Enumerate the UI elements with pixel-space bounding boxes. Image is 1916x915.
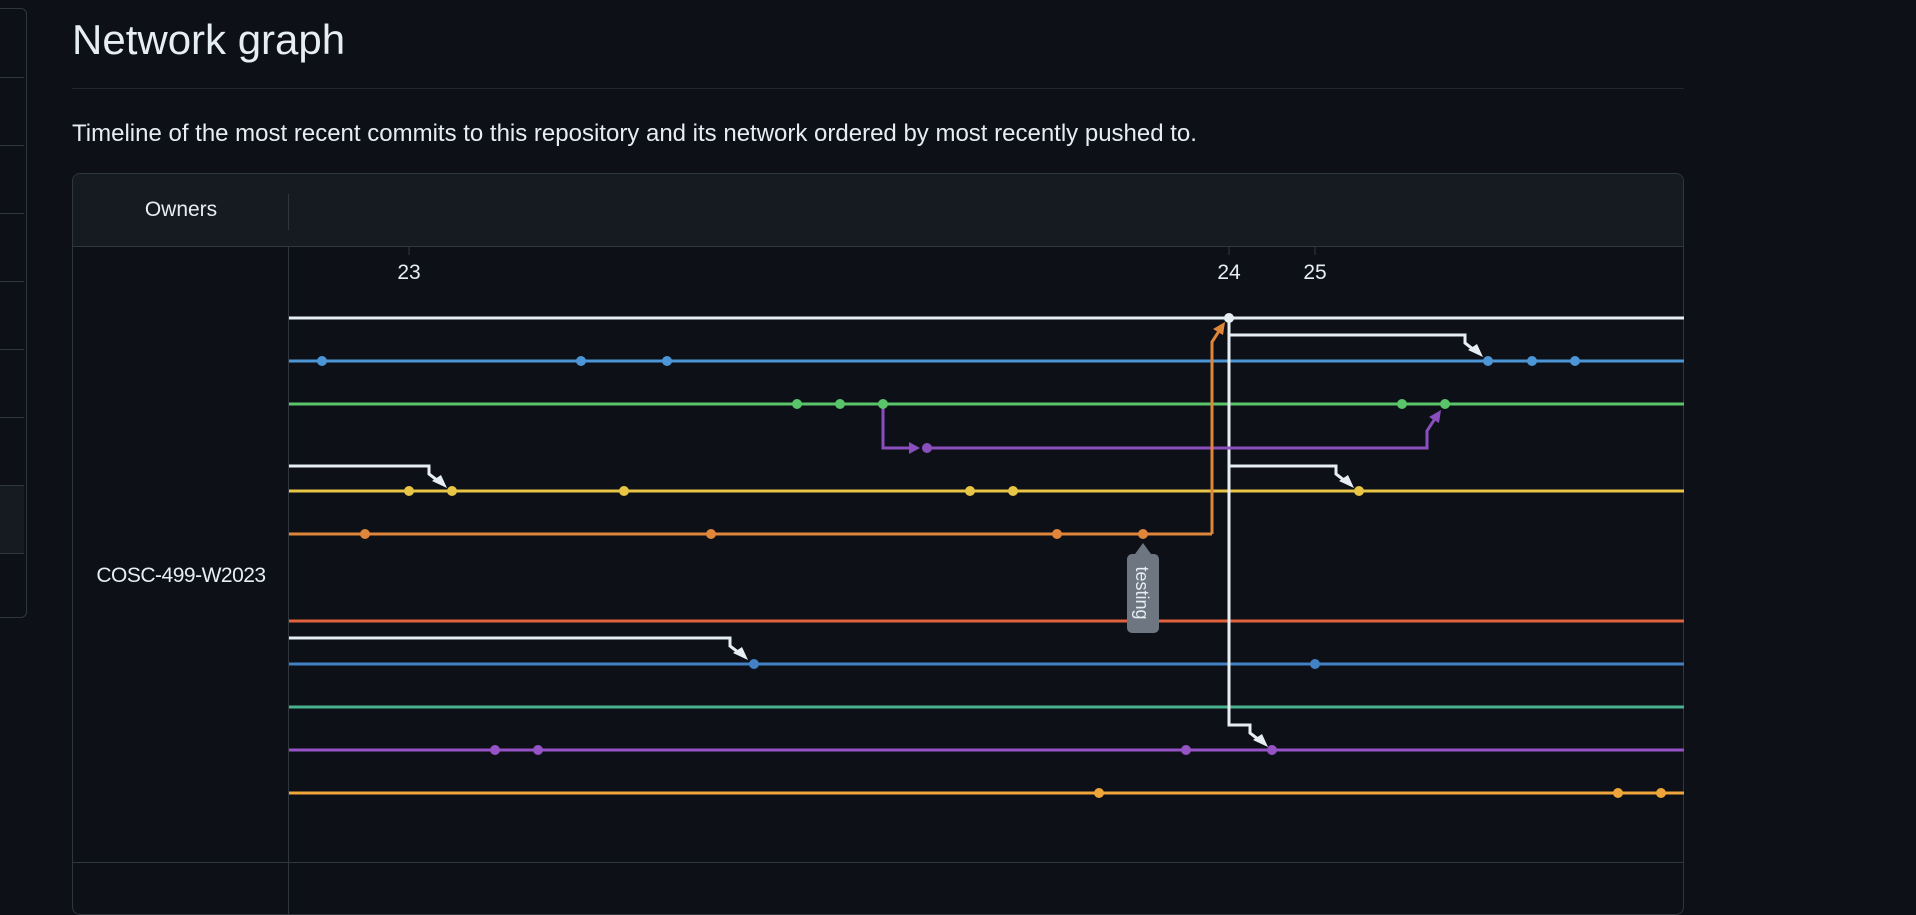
- commit-dot[interactable]: [1570, 356, 1580, 366]
- commit-dot[interactable]: [1267, 745, 1277, 755]
- date-label: 23: [397, 261, 420, 284]
- commit-dot[interactable]: [835, 399, 845, 409]
- commit-dot[interactable]: [1052, 529, 1062, 539]
- commit-dot[interactable]: [404, 486, 414, 496]
- date-label: 24: [1217, 261, 1241, 284]
- commit-dot[interactable]: [490, 745, 500, 755]
- commit-dot[interactable]: [1483, 356, 1493, 366]
- commit-dot[interactable]: [1094, 788, 1104, 798]
- commit-dot[interactable]: [1181, 745, 1191, 755]
- commit-dot[interactable]: [749, 659, 759, 669]
- commit-dot[interactable]: [662, 356, 672, 366]
- merge-connector: [881, 404, 910, 450]
- merge-connector: [1227, 318, 1264, 745]
- commit-dot[interactable]: [1008, 486, 1018, 496]
- commit-dot[interactable]: [1397, 399, 1407, 409]
- commit-dot[interactable]: [1138, 529, 1148, 539]
- commit-dot[interactable]: [447, 486, 457, 496]
- merge-connector: [289, 636, 744, 658]
- commit-dot[interactable]: [792, 399, 802, 409]
- commit-dot[interactable]: [1354, 486, 1364, 496]
- branch-tag-pointer: [1135, 543, 1151, 554]
- commit-dot[interactable]: [317, 356, 327, 366]
- commit-dot[interactable]: [922, 443, 932, 453]
- commit-dot[interactable]: [619, 486, 629, 496]
- merge-connector: [1210, 327, 1223, 534]
- date-label: 25: [1303, 261, 1326, 284]
- commit-dot[interactable]: [1527, 356, 1537, 366]
- commit-dot[interactable]: [576, 356, 586, 366]
- merge-connector: [927, 416, 1438, 450]
- branch-tag-label: testing: [1132, 566, 1152, 619]
- commit-dot[interactable]: [1656, 788, 1666, 798]
- branch-tag-testing[interactable]: testing: [1127, 543, 1159, 633]
- commit-dot[interactable]: [1613, 788, 1623, 798]
- commit-dot[interactable]: [1224, 313, 1234, 323]
- commit-dot[interactable]: [1310, 659, 1320, 669]
- commit-dots: [317, 313, 1666, 798]
- commit-dot[interactable]: [878, 399, 888, 409]
- branch-lines: [289, 316, 1684, 795]
- arrow-head: [909, 442, 920, 454]
- merge-connector: [1227, 318, 1479, 355]
- date-axis: 23 24 25: [397, 247, 1327, 284]
- merge-connector: [289, 464, 443, 486]
- commit-dot[interactable]: [706, 529, 716, 539]
- commit-dot[interactable]: [360, 529, 370, 539]
- commit-dot[interactable]: [1440, 399, 1450, 409]
- merge-connectors: [289, 318, 1479, 745]
- commit-dot[interactable]: [533, 745, 543, 755]
- merge-connector: [1227, 318, 1350, 486]
- network-graph-canvas[interactable]: 23 24 25 testing: [0, 0, 1916, 886]
- commit-dot[interactable]: [965, 486, 975, 496]
